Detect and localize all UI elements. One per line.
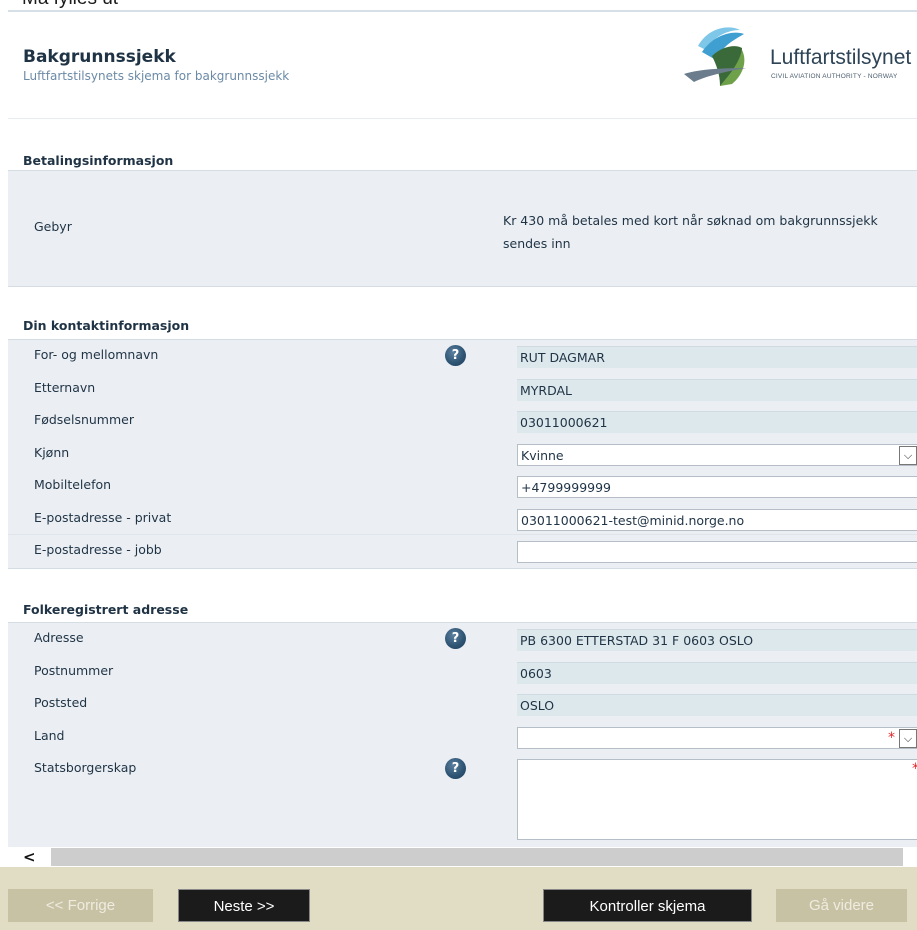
logo-swoosh-icon xyxy=(684,27,746,86)
logo-tagline: CIVIL AVIATION AUTHORITY - NORWAY xyxy=(771,73,898,80)
city-field: OSLO xyxy=(517,694,917,716)
form-row-email-work: E-postadresse - jobb xyxy=(8,535,917,568)
authority-logo: Luftfartstilsynet CIVIL AVIATION AUTHORI… xyxy=(674,16,917,106)
email-work-label: E-postadresse - jobb xyxy=(34,542,162,557)
address-label: Adresse xyxy=(34,630,84,645)
citizenship-input[interactable]: * xyxy=(517,759,917,840)
city-label: Poststed xyxy=(34,695,88,710)
logo-wordmark: Luftfartstilsynet xyxy=(770,46,912,69)
validate-form-button[interactable]: Kontroller skjema xyxy=(543,889,752,922)
chevron-down-icon[interactable]: ⌵ xyxy=(899,728,917,748)
form-row-postcode: Postnummer 0603 xyxy=(8,656,917,689)
help-icon[interactable]: ? xyxy=(445,758,466,779)
email-work-input[interactable] xyxy=(517,541,917,563)
form-panel: Bakgrunnssjekk Luftfartstilsynets skjema… xyxy=(8,12,917,847)
mobile-label: Mobiltelefon xyxy=(34,477,112,492)
form-row-mobile: Mobiltelefon +4799999999 xyxy=(8,470,917,503)
form-row-country: Land * ⌵ xyxy=(8,721,917,754)
last-name-field: MYRDAL xyxy=(517,378,917,401)
header-divider xyxy=(8,118,917,119)
page-title: Bakgrunnssjekk xyxy=(23,47,176,67)
help-icon[interactable]: ? xyxy=(445,345,466,366)
form-row-last-name: Etternavn MYRDAL xyxy=(8,373,917,406)
contact-section: For- og mellomnavn ? RUT DAGMAR Etternav… xyxy=(8,339,917,569)
previous-button[interactable]: << Forrige xyxy=(8,889,153,922)
gender-select[interactable]: Kvinne ⌵ xyxy=(517,443,917,466)
form-row-address: Adresse ? PB 6300 ETTERSTAD 31 F 0603 OS… xyxy=(8,623,917,656)
form-footer: << Forrige Neste >> Kontroller skjema Gå… xyxy=(0,867,917,930)
next-button[interactable]: Neste >> xyxy=(178,889,310,922)
scroll-track[interactable] xyxy=(51,848,903,866)
form-row-email-private: E-postadresse - privat 03011000621-test@… xyxy=(8,503,917,535)
fee-text: Kr 430 må betales med kort når søknad om… xyxy=(503,213,878,251)
form-row-gender: Kjønn Kvinne ⌵ xyxy=(8,438,917,471)
form-row-city: Poststed OSLO xyxy=(8,688,917,721)
fee-label: Gebyr xyxy=(34,219,72,234)
section-title-address: Folkeregistrert adresse xyxy=(23,602,189,617)
required-icon: * xyxy=(888,729,895,746)
first-name-label: For- og mellomnavn xyxy=(34,347,159,362)
ssn-field: 03011000621 xyxy=(517,411,917,433)
citizenship-label: Statsborgerskap xyxy=(34,760,137,775)
section-title-payment: Betalingsinformasjon xyxy=(23,153,174,168)
required-icon: * xyxy=(912,761,917,777)
email-private-label: E-postadresse - privat xyxy=(34,509,172,525)
form-row-citizenship: Statsborgerskap ? * xyxy=(8,753,917,847)
email-private-input[interactable]: 03011000621-test@minid.norge.no xyxy=(517,508,917,531)
address-field: PB 6300 ETTERSTAD 31 F 0603 OSLO xyxy=(517,629,917,651)
horizontal-scrollbar[interactable]: < xyxy=(8,847,917,867)
chevron-down-icon[interactable]: ⌵ xyxy=(899,445,917,465)
first-name-field: RUT DAGMAR xyxy=(517,346,917,368)
mobile-input[interactable]: +4799999999 xyxy=(517,476,917,498)
scroll-left-icon[interactable]: < xyxy=(8,847,51,867)
postcode-field: 0603 xyxy=(517,661,917,684)
country-select[interactable]: * ⌵ xyxy=(517,726,917,749)
country-label: Land xyxy=(34,727,65,743)
section-title-contact: Din kontaktinformasjon xyxy=(23,318,190,333)
help-icon[interactable]: ? xyxy=(445,628,466,649)
last-name-label: Etternavn xyxy=(34,379,96,395)
address-section: Adresse ? PB 6300 ETTERSTAD 31 F 0603 OS… xyxy=(8,622,917,847)
proceed-button[interactable]: Gå videre xyxy=(776,889,907,922)
form-header: Bakgrunnssjekk Luftfartstilsynets skjema… xyxy=(8,12,917,118)
required-hint-text: Må fylles ut xyxy=(22,0,118,10)
form-row-first-name: For- og mellomnavn ? RUT DAGMAR xyxy=(8,340,917,373)
form-row-ssn: Fødselsnummer 03011000621 xyxy=(8,405,917,438)
postcode-label: Postnummer xyxy=(34,662,114,678)
gender-selected-value: Kvinne xyxy=(521,447,564,463)
fee-block: Gebyr Kr 430 må betales med kort når søk… xyxy=(8,170,917,287)
gender-label: Kjønn xyxy=(34,444,70,460)
ssn-label: Fødselsnummer xyxy=(34,412,134,427)
page-subtitle: Luftfartstilsynets skjema for bakgrunnss… xyxy=(23,69,290,83)
